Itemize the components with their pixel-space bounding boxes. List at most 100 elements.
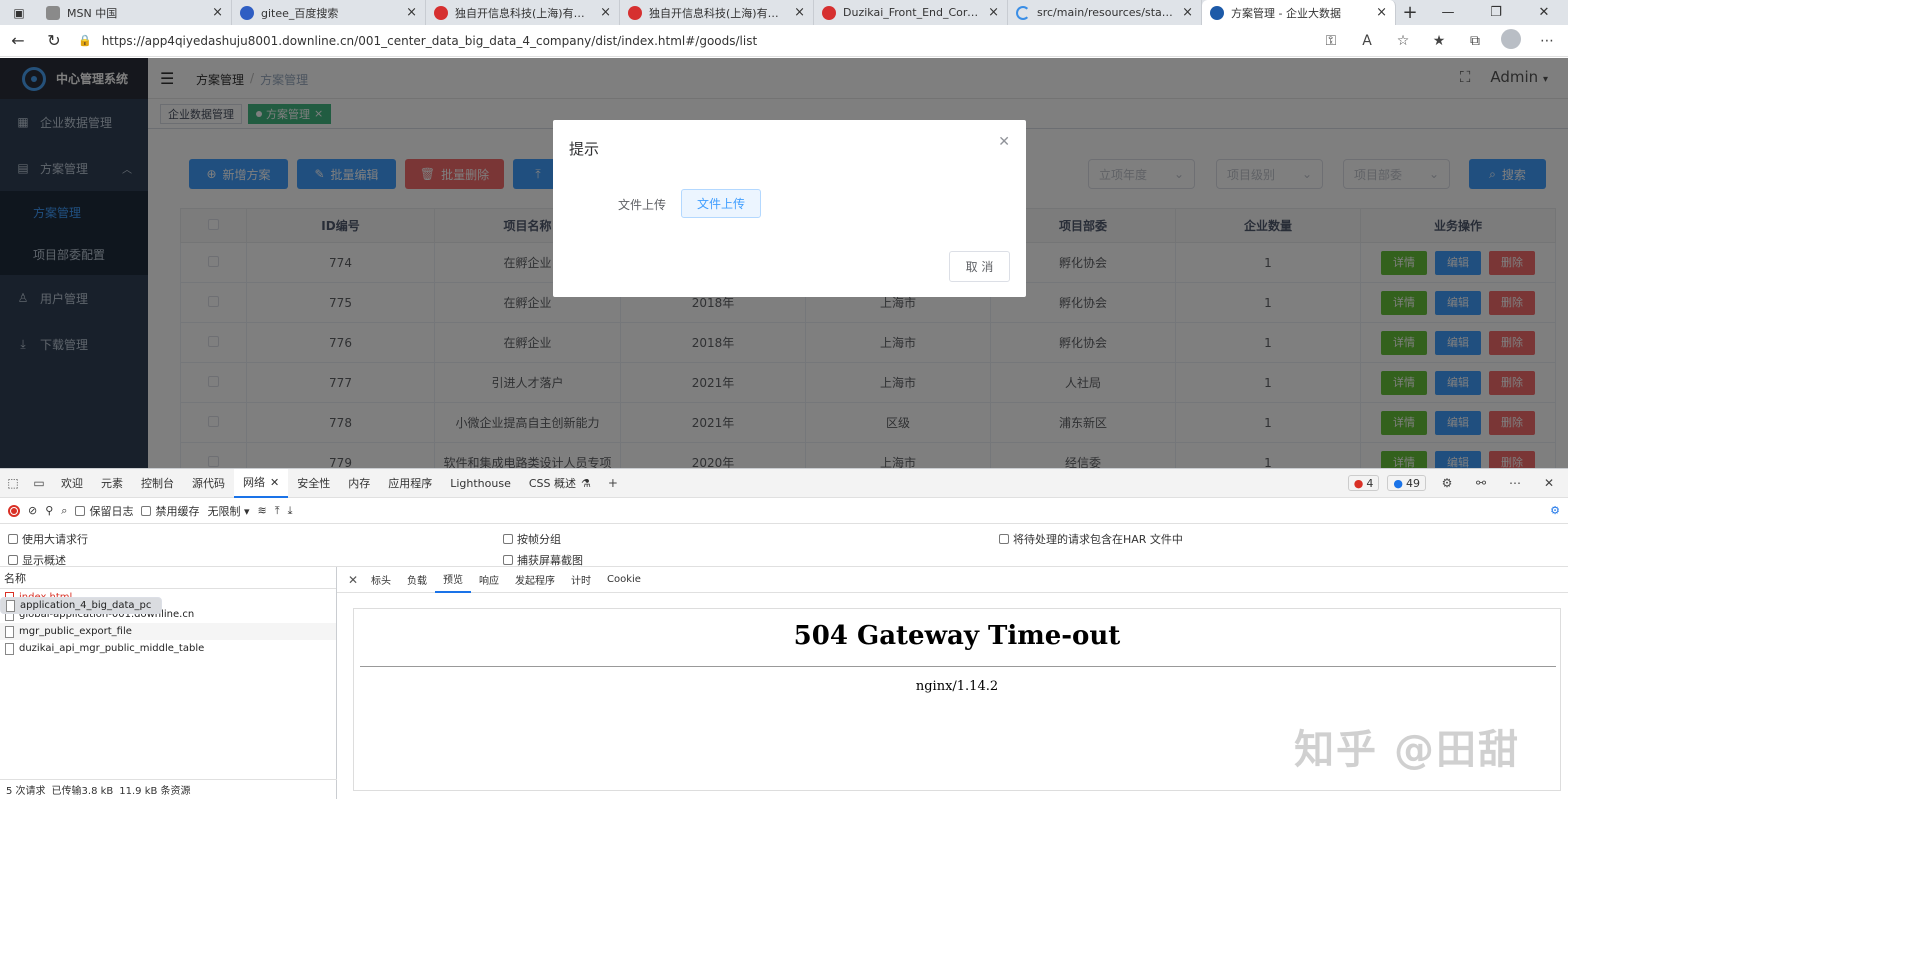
name-column-header[interactable]: 名称: [0, 567, 336, 589]
add-tab-icon[interactable]: +: [600, 476, 626, 490]
tab-payload[interactable]: 负载: [399, 567, 435, 593]
close-devtools-icon[interactable]: ✕: [1536, 476, 1562, 490]
include-pending-har-checkbox[interactable]: 将待处理的请求包含在HAR 文件中: [999, 531, 1183, 547]
close-icon[interactable]: ✕: [998, 134, 1010, 150]
column-label: 名称: [4, 571, 26, 585]
tab-cookie[interactable]: Cookie: [599, 567, 649, 593]
tab-css-overview[interactable]: CSS 概述 ⚗: [520, 469, 600, 498]
search-icon[interactable]: ⌕: [61, 504, 67, 518]
more-icon[interactable]: ⋯: [1502, 476, 1528, 490]
browser-tab[interactable]: 独自开信息科技(上海)有限公司 ×: [620, 0, 814, 25]
close-tab-icon[interactable]: ×: [988, 5, 999, 20]
tab-label: 预览: [443, 575, 463, 586]
collections-icon[interactable]: ⧉: [1464, 33, 1486, 49]
url-field[interactable]: 🔒 https://app4qiyedashuju8001.downline.c…: [78, 28, 1320, 54]
modal-overlay[interactable]: 提示 ✕ 文件上传 文件上传 取 消: [0, 58, 1568, 468]
tab-elements[interactable]: 元素: [92, 469, 132, 498]
device-toolbar-icon[interactable]: ▭: [26, 476, 52, 490]
error-count-badge[interactable]: ● 4: [1347, 475, 1380, 491]
tab-title: Duzikai_Front_End_Core_Version: [843, 6, 981, 19]
close-tab-icon[interactable]: ✕: [270, 476, 279, 489]
tab-preview[interactable]: 预览: [435, 567, 471, 593]
url-text: https://app4qiyedashuju8001.downline.cn/…: [101, 33, 758, 48]
network-settings-icon[interactable]: ⚙: [1550, 504, 1560, 517]
refresh-icon[interactable]: ↻: [36, 31, 72, 50]
tab-console[interactable]: 控制台: [132, 469, 183, 498]
browser-tab-active[interactable]: 方案管理 - 企业大数据 ×: [1202, 0, 1396, 25]
tab-memory[interactable]: 内存: [339, 469, 379, 498]
export-har-icon[interactable]: ⤓: [288, 504, 293, 518]
tab-actions-icon[interactable]: ▣: [0, 0, 38, 25]
close-tab-icon[interactable]: ×: [1376, 5, 1387, 20]
cancel-button[interactable]: 取 消: [949, 251, 1010, 282]
tab-initiator[interactable]: 发起程序: [507, 567, 563, 593]
network-toolbar: ⊘ ⚲ ⌕ 保留日志 禁用缓存 无限制 ▾ ≋ ⤒ ⤓ ⚙: [0, 498, 1568, 524]
preserve-log-checkbox[interactable]: 保留日志: [75, 503, 133, 519]
key-icon[interactable]: ⚿: [1320, 33, 1342, 49]
tab-network[interactable]: 网络 ✕: [234, 468, 289, 498]
close-tab-icon[interactable]: ×: [600, 5, 611, 20]
more-icon[interactable]: ⋯: [1536, 33, 1558, 49]
lock-icon[interactable]: 🔒: [78, 34, 92, 47]
request-row[interactable]: mgr_public_export_file: [0, 623, 336, 640]
tab-application[interactable]: 应用程序: [379, 469, 441, 498]
close-tab-icon[interactable]: ×: [406, 5, 417, 20]
tab-headers[interactable]: 标头: [363, 567, 399, 593]
import-har-icon[interactable]: ⤒: [275, 504, 280, 518]
request-row[interactable]: duzikai_api_mgr_public_middle_table: [0, 640, 336, 657]
add-favorite-icon[interactable]: ☆: [1392, 33, 1414, 49]
tab-label: 负载: [407, 576, 427, 587]
tab-label: 控制台: [141, 477, 174, 490]
close-tab-icon[interactable]: ×: [212, 5, 223, 20]
tab-label: 元素: [101, 477, 123, 490]
browser-tab[interactable]: 独自开信息科技(上海)有限公司/ ×: [426, 0, 620, 25]
tab-response[interactable]: 响应: [471, 567, 507, 593]
read-aloud-icon[interactable]: A: [1356, 33, 1378, 49]
tab-security[interactable]: 安全性: [288, 469, 339, 498]
record-icon[interactable]: [8, 504, 20, 517]
close-detail-icon[interactable]: ✕: [343, 573, 363, 587]
tab-welcome[interactable]: 欢迎: [52, 469, 92, 498]
show-overview-checkbox[interactable]: 显示概述: [8, 552, 66, 568]
tab-title: 方案管理 - 企业大数据: [1231, 6, 1341, 20]
throttle-select[interactable]: 无限制 ▾: [207, 503, 249, 519]
settings-icon[interactable]: ⚙: [1434, 476, 1460, 490]
minimize-icon[interactable]: —: [1424, 0, 1472, 25]
close-tab-icon[interactable]: ×: [1182, 5, 1193, 20]
connect-icon[interactable]: ⚯: [1468, 476, 1494, 490]
browser-tab[interactable]: gitee_百度搜索 ×: [232, 0, 426, 25]
tab-label: Cookie: [607, 574, 641, 585]
browser-tab[interactable]: src/main/resources/static/004_n ×: [1008, 0, 1202, 25]
inspect-icon[interactable]: ⬚: [0, 476, 26, 490]
big-request-rows-checkbox[interactable]: 使用大请求行: [8, 531, 88, 547]
clear-icon[interactable]: ⊘: [28, 504, 37, 517]
tab-sources[interactable]: 源代码: [183, 469, 234, 498]
error-count: 4: [1366, 476, 1374, 490]
message-count-badge[interactable]: ● 49: [1387, 475, 1426, 491]
tab-lighthouse[interactable]: Lighthouse: [441, 469, 520, 498]
group-by-frame-checkbox[interactable]: 按帧分组: [503, 531, 561, 547]
disable-cache-checkbox[interactable]: 禁用缓存: [141, 503, 199, 519]
caret-down-icon: ▾: [243, 504, 250, 518]
browser-tab[interactable]: MSN 中国 ×: [38, 0, 232, 25]
message-count: 49: [1406, 476, 1420, 490]
tab-title: MSN 中国: [67, 6, 118, 20]
close-window-icon[interactable]: ✕: [1520, 0, 1568, 25]
file-upload-button[interactable]: 文件上传: [681, 189, 761, 218]
profile-icon[interactable]: [1500, 28, 1522, 53]
browser-tab[interactable]: Duzikai_Front_End_Core_Version ×: [814, 0, 1008, 25]
restore-icon[interactable]: ❐: [1472, 0, 1520, 25]
new-tab-icon[interactable]: +: [1396, 0, 1424, 25]
close-tab-icon[interactable]: ×: [794, 5, 805, 20]
tab-label: 源代码: [192, 477, 225, 490]
tab-label: 应用程序: [388, 477, 433, 490]
filter-icon[interactable]: ⚲: [45, 504, 53, 517]
tab-title: src/main/resources/static/004_n: [1037, 6, 1176, 19]
favorites-icon[interactable]: ★: [1428, 33, 1450, 49]
tab-timing[interactable]: 计时: [563, 567, 599, 593]
request-row-selected[interactable]: application_4_big_data_pc: [0, 597, 163, 614]
horizontal-rule: [360, 666, 1556, 667]
wifi-icon[interactable]: ≋: [257, 504, 266, 517]
devtools-panel: ⬚ ▭ 欢迎 元素 控制台 源代码 网络 ✕ 安全性 内存 应用程序 Lighth…: [0, 468, 1568, 799]
back-icon[interactable]: ←: [0, 31, 36, 50]
